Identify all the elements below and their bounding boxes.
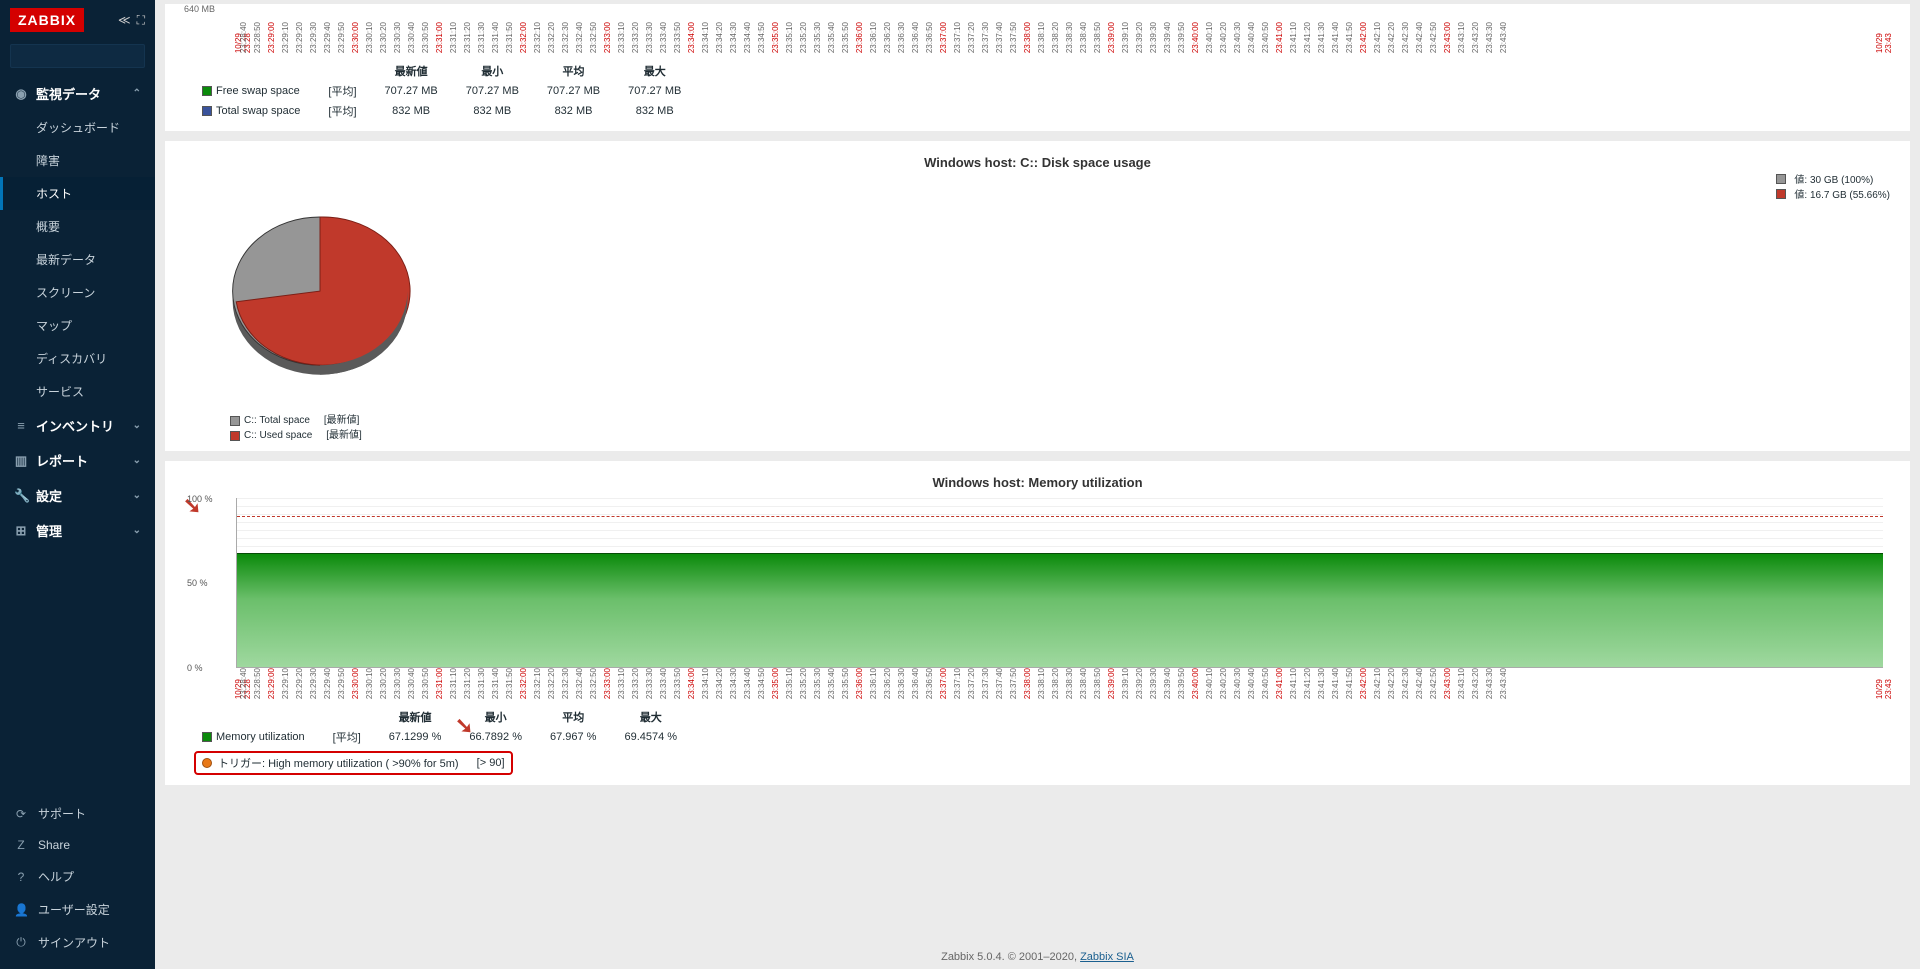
support-icon: ⟳ [14, 807, 28, 821]
nav-latest-data[interactable]: 最新データ [0, 243, 155, 276]
trigger-condition: [> 90] [477, 757, 505, 769]
nav-problems[interactable]: 障害 [0, 144, 155, 177]
chart-icon: ▥ [14, 453, 28, 469]
trigger-threshold-line [237, 516, 1883, 517]
chevron-up-icon: ⌃ [133, 88, 141, 99]
chevron-down-icon: ⌄ [133, 525, 141, 536]
memory-summary-table: 最新値 最小 平均 最大 Memory utilization [平均] 67.… [188, 707, 1895, 775]
y-label-50: 50 % [187, 578, 208, 588]
nav-signout[interactable]: ⏻サインアウト [0, 926, 155, 959]
memory-x-axis: 23:28:4023:28:5023:29:0023:29:1023:29:20… [240, 668, 1895, 699]
nav-help[interactable]: ?ヘルプ [0, 860, 155, 893]
chevron-down-icon: ⌄ [133, 455, 141, 466]
nav-dashboard[interactable]: ダッシュボード [0, 111, 155, 144]
memory-line-chart: 100 % 50 % 0 % [236, 498, 1883, 668]
mem-x-end-date: 10/29 23:43 [1875, 668, 1893, 699]
memory-area-series [237, 553, 1883, 667]
main-content: 640 MB 10/29 23:28 23:28:4023:28:5023:29… [155, 0, 1920, 969]
nav-config[interactable]: 🔧設定⌄ [0, 478, 155, 513]
swap-x-axis: 23:28:4023:28:5023:29:0023:29:1023:29:20… [240, 22, 1895, 53]
nav-overview[interactable]: 概要 [0, 210, 155, 243]
eye-icon: ◉ [14, 86, 28, 102]
sidebar: ZABBIX ≪ ⛶ 🔍 ◉監視データ⌃ ダッシュボード 障害 ホスト 概要 最… [0, 0, 155, 969]
trigger-label: トリガー: High memory utilization ( >90% for… [218, 755, 459, 771]
chevron-down-icon: ⌄ [133, 420, 141, 431]
disk-series-legend: C:: Total space [最新値] C:: Used space [最新… [230, 411, 1895, 441]
footer: Zabbix 5.0.4. © 2001–2020, Zabbix SIA [155, 951, 1920, 963]
collapse-sidebar-icon[interactable]: ≪ [118, 13, 131, 28]
list-icon: ≡ [14, 418, 28, 433]
disk-panel-title: Windows host: C:: Disk space usage [180, 151, 1895, 178]
footer-link[interactable]: Zabbix SIA [1080, 951, 1134, 963]
nav-reports[interactable]: ▥レポート⌄ [0, 443, 155, 478]
fullscreen-icon[interactable]: ⛶ [137, 13, 145, 28]
logo: ZABBIX [10, 8, 84, 32]
nav-hosts[interactable]: ホスト [0, 177, 155, 210]
swap-panel: 640 MB 10/29 23:28 23:28:4023:28:5023:29… [165, 4, 1910, 131]
nav-discovery[interactable]: ディスカバリ [0, 342, 155, 375]
nav-maps[interactable]: マップ [0, 309, 155, 342]
nav-user-settings[interactable]: 👤ユーザー設定 [0, 893, 155, 926]
nav-services[interactable]: サービス [0, 375, 155, 408]
disk-pie-chart [220, 198, 420, 388]
trigger-row[interactable]: トリガー: High memory utilization ( >90% for… [194, 751, 513, 775]
swap-summary-table: 最新値 最小 平均 最大 Free swap space [平均] 707.27… [188, 61, 1895, 121]
nav-support[interactable]: ⟳サポート [0, 797, 155, 830]
memory-util-panel: Windows host: Memory utilization ➘ 100 %… [165, 461, 1910, 785]
power-icon: ⏻ [14, 935, 28, 950]
user-icon: 👤 [14, 903, 28, 917]
nav-admin[interactable]: ⊞管理⌄ [0, 513, 155, 548]
nav-inventory[interactable]: ≡インベントリ⌄ [0, 408, 155, 443]
search-input[interactable]: 🔍 [10, 44, 145, 68]
table-row: Total swap space [平均] 832 MB832 MB832 MB… [188, 101, 695, 121]
table-row: Memory utilization [平均] 67.1299 %66.7892… [188, 727, 691, 747]
share-icon: Z [14, 838, 28, 852]
help-icon: ? [14, 870, 28, 884]
nav-share[interactable]: ZShare [0, 830, 155, 860]
memory-panel-title: Windows host: Memory utilization [180, 471, 1895, 498]
warning-dot-icon [202, 758, 212, 768]
table-row: Free swap space [平均] 707.27 MB707.27 MB7… [188, 81, 695, 101]
nav-screens[interactable]: スクリーン [0, 276, 155, 309]
swap-y-label: 640 MB [184, 4, 215, 14]
disk-usage-panel: Windows host: C:: Disk space usage 値: 30… [165, 141, 1910, 451]
wrench-icon: 🔧 [14, 488, 28, 504]
x-end-date: 10/29 23:43 [1875, 22, 1893, 53]
nav-monitoring[interactable]: ◉監視データ⌃ [0, 76, 155, 111]
annotation-arrow-icon: ➘ [455, 713, 473, 739]
y-label-100: 100 % [187, 494, 213, 504]
chevron-down-icon: ⌄ [133, 490, 141, 501]
disk-value-legend: 値: 30 GB (100%) 値: 16.7 GB (55.66%) [1776, 171, 1890, 201]
gear-icon: ⊞ [14, 523, 28, 539]
